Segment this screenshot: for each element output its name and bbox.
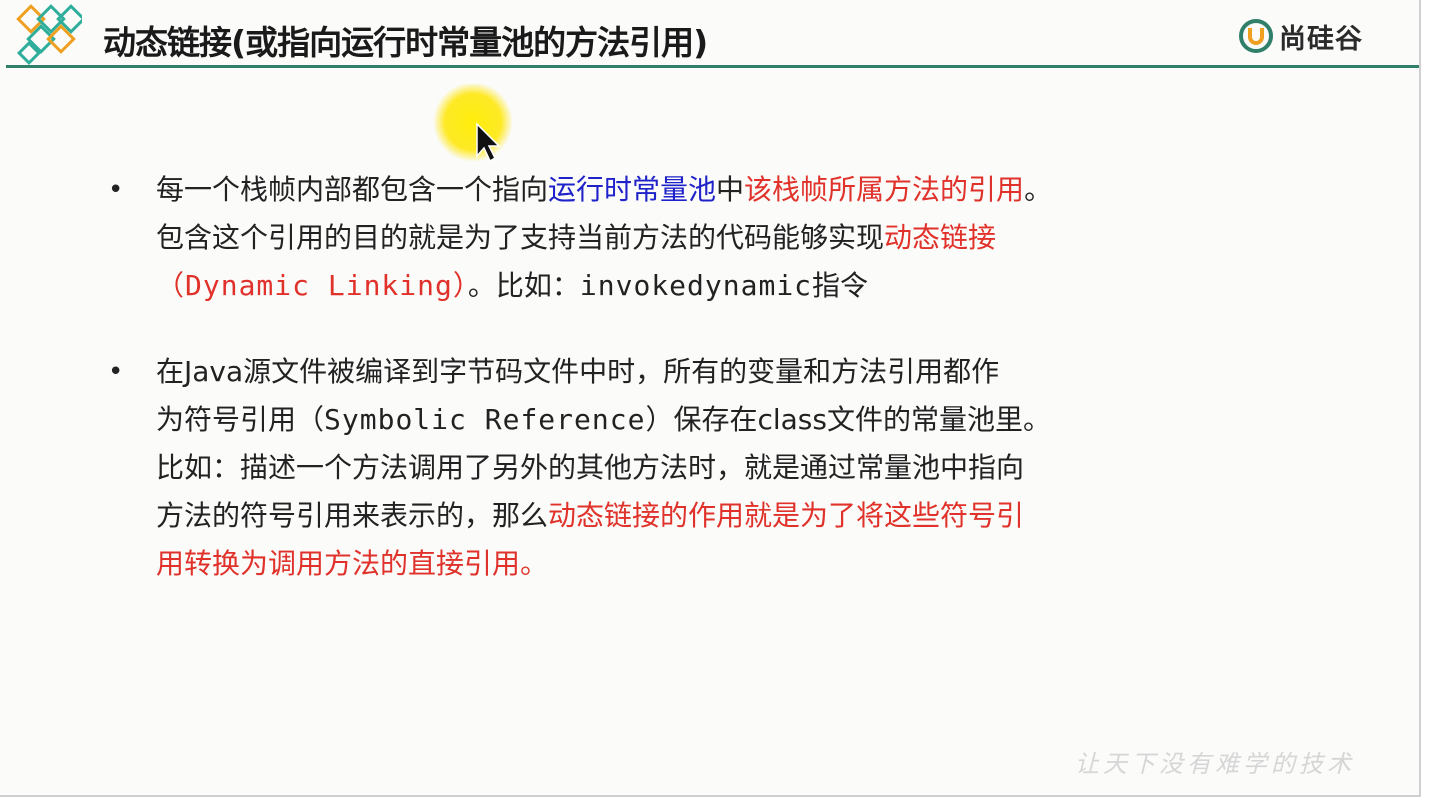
text-segment: 比如：描述一个方法调用了另外的其他方法时，就是通过常量池中指向 — [156, 451, 1025, 484]
slide-header: 动态链接(或指向运行时常量池的方法引用) 尚硅谷 — [0, 0, 1419, 70]
slide-content: • 每一个栈帧内部都包含一个指向运行时常量池中该栈帧所属方法的引用。 包含这个引用的… — [108, 166, 1288, 588]
bullet-line: 为符号引用（Symbolic Reference）保存在class文件的常量池里… — [156, 396, 1288, 444]
mouse-pointer-icon — [433, 84, 513, 163]
text-segment: invokedynamic — [579, 269, 813, 302]
brand-u-icon — [1239, 19, 1273, 53]
text-segment: 动态链接的作用就是为了将这些符号引 — [548, 499, 1025, 532]
header-rule — [6, 65, 1419, 68]
slogan-watermark: 让天下没有难学的技术 — [1075, 750, 1355, 778]
bullet-item: • 在Java源文件被编译到字节码文件中时，所有的变量和方法引用都作 为符号引用（S… — [108, 348, 1288, 588]
text-segment: 该栈帧所属方法的引用 — [744, 173, 1025, 206]
text-segment: ）保存在class文件的常量池里。 — [645, 403, 1051, 436]
bullet-dot: • — [108, 175, 124, 205]
text-segment: Symbolic Reference — [324, 403, 646, 436]
bullet-line: 在Java源文件被编译到字节码文件中时，所有的变量和方法引用都作 — [156, 348, 1288, 396]
text-segment: 。 — [1024, 173, 1053, 206]
diamond-logo-icon — [16, 4, 82, 66]
text-segment: 。比如： — [467, 269, 580, 302]
bullet-line: 每一个栈帧内部都包含一个指向运行时常量池中该栈帧所属方法的引用。 — [156, 166, 1288, 214]
bullet-line: 包含这个引用的目的就是为了支持当前方法的代码能够实现动态链接 — [156, 214, 1288, 262]
slide-title: 动态链接(或指向运行时常量池的方法引用) — [103, 23, 708, 62]
slide: 动态链接(或指向运行时常量池的方法引用) 尚硅谷 • 每一个栈帧内部都包含一个指向… — [0, 0, 1421, 797]
bullet-line: 比如：描述一个方法调用了另外的其他方法时，就是通过常量池中指向 — [156, 444, 1288, 492]
bullet-line: （Dynamic Linking）。比如：invokedynamic指令 — [156, 262, 1288, 310]
text-segment: 包含这个引用的目的就是为了支持当前方法的代码能够实现 — [156, 221, 885, 254]
text-segment: 指令 — [812, 269, 869, 302]
bullet-line: 方法的符号引用来表示的，那么动态链接的作用就是为了将这些符号引 — [156, 492, 1288, 540]
bullet-dot: • — [108, 357, 124, 387]
text-segment: 在Java源文件被编译到字节码文件中时，所有的变量和方法引用都作 — [156, 355, 1000, 388]
text-segment: 运行时常量池 — [548, 173, 717, 206]
brand-name: 尚硅谷 — [1279, 23, 1363, 55]
bullet-item: • 每一个栈帧内部都包含一个指向运行时常量池中该栈帧所属方法的引用。 包含这个引用的… — [108, 166, 1288, 310]
brand-logo: 尚硅谷 — [1239, 16, 1363, 56]
text-segment: 中 — [716, 173, 745, 206]
text-segment: （Dynamic Linking） — [156, 269, 468, 302]
text-segment: 方法的符号引用来表示的，那么 — [156, 499, 549, 532]
bullet-line: 用转换为调用方法的直接引用。 — [156, 540, 1288, 588]
text-segment: 用转换为调用方法的直接引用。 — [156, 547, 549, 580]
text-segment: 为符号引用（ — [156, 403, 325, 436]
text-segment: 每一个栈帧内部都包含一个指向 — [156, 173, 549, 206]
text-segment: 动态链接 — [884, 221, 997, 254]
